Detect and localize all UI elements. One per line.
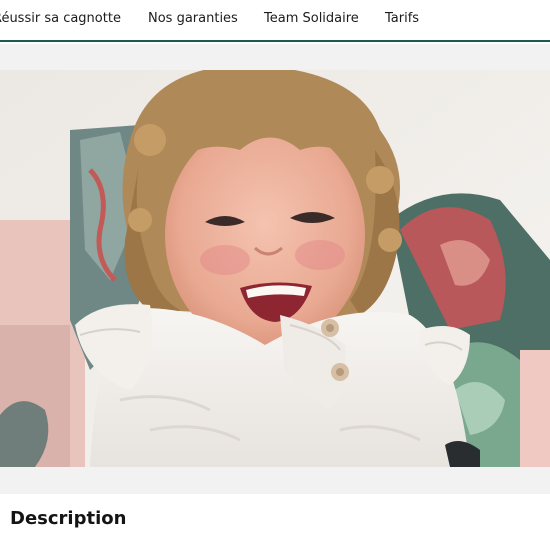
nav-link-team-solidaire[interactable]: Team Solidaire xyxy=(264,11,359,26)
nav-link-nos-garanties[interactable]: Nos garanties xyxy=(148,11,238,26)
nav-link-tarifs[interactable]: Tarifs xyxy=(385,11,419,26)
top-navigation: Réussir sa cagnotte Nos garanties Team S… xyxy=(0,0,550,42)
section-title-description: Description xyxy=(10,508,127,529)
campaign-photo xyxy=(0,70,550,467)
nav-link-reussir-sa-cagnotte[interactable]: Réussir sa cagnotte xyxy=(0,11,121,26)
